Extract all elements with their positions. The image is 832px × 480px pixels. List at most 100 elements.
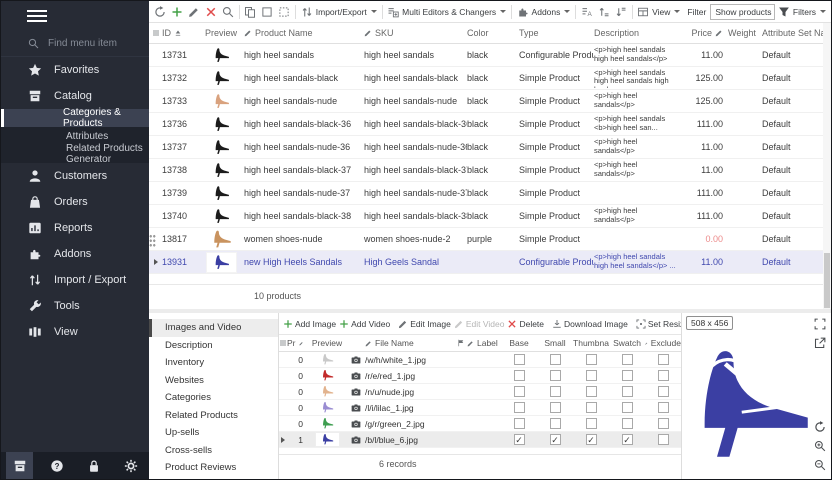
exclude-checkbox[interactable] <box>658 386 669 397</box>
view-button[interactable]: View <box>635 3 682 21</box>
edit-product-button[interactable] <box>186 3 202 21</box>
product-row-13931-selected[interactable]: 13931 new High Heels Sandals High Geels … <box>149 251 823 274</box>
sidebar-item-tools[interactable]: Tools <box>1 293 149 319</box>
tab-categories[interactable]: Categories <box>149 389 278 407</box>
small-checkbox[interactable] <box>550 370 561 381</box>
swatch-checkbox[interactable] <box>622 434 633 445</box>
product-row-13736[interactable]: 13736 high heel sandals-black-36 high he… <box>149 113 823 136</box>
tab-related-products[interactable]: Related Products <box>149 407 278 425</box>
thumbnail-checkbox[interactable] <box>586 402 597 413</box>
sidebar-item-orders[interactable]: Orders <box>1 189 149 215</box>
exclude-checkbox[interactable] <box>658 418 669 429</box>
thumbnail-checkbox[interactable] <box>586 418 597 429</box>
product-row-13740[interactable]: 13740 high heel sandals-black-38 high he… <box>149 205 823 228</box>
base-checkbox[interactable] <box>514 434 525 445</box>
sidebar-item-categories-products[interactable]: Categories & Products <box>1 109 149 127</box>
col-weight[interactable]: Weight <box>728 28 762 38</box>
add-image-button[interactable]: Add Image <box>282 315 337 333</box>
thumbnail-checkbox[interactable] <box>586 354 597 365</box>
exclude-checkbox[interactable] <box>658 402 669 413</box>
col-sku[interactable]: SKU <box>364 28 467 38</box>
col-position[interactable]: Pr <box>287 338 307 348</box>
tab-product-reviews[interactable]: Product Reviews <box>149 459 278 477</box>
select-all-header[interactable] <box>149 29 162 37</box>
image-row-lilac[interactable]: 0 /l/i/lilac_1.jpg <box>279 400 681 416</box>
swatch-checkbox[interactable] <box>622 354 633 365</box>
col-label[interactable]: Label <box>467 338 501 348</box>
copy-button[interactable] <box>242 3 258 21</box>
tab-up-sells[interactable]: Up-sells <box>149 424 278 442</box>
base-checkbox[interactable] <box>514 418 525 429</box>
col-type[interactable]: Type <box>519 28 594 38</box>
checkbox-select-button[interactable] <box>259 3 275 21</box>
product-row-13733[interactable]: 13733 high heel sandals-nude high heel s… <box>149 90 823 113</box>
rotate-icon[interactable] <box>814 421 826 433</box>
image-row-white[interactable]: 0 /w/h/white_1.jpg <box>279 352 681 368</box>
sidebar-item-favorites[interactable]: Favorites <box>1 57 149 83</box>
addons-button[interactable]: Addons <box>515 3 573 21</box>
tab-images-and-video[interactable]: Images and Video <box>149 319 278 337</box>
col-swatch[interactable]: Swatch <box>609 338 645 348</box>
sort-az-button[interactable] <box>579 3 595 21</box>
swatch-checkbox[interactable] <box>622 418 633 429</box>
base-checkbox[interactable] <box>514 354 525 365</box>
thumbnail-checkbox[interactable] <box>586 370 597 381</box>
col-color[interactable]: Color <box>467 28 519 38</box>
col-image-preview[interactable]: Preview <box>307 338 347 348</box>
zoom-in-icon[interactable] <box>814 440 826 452</box>
product-row-13739[interactable]: 13739 high heel sandals-nude-37 high hee… <box>149 182 823 205</box>
download-image-button[interactable]: Download Image <box>551 315 629 333</box>
set-resize-rule-button[interactable]: Set Resize Rule <box>635 315 681 333</box>
small-checkbox[interactable] <box>550 434 561 445</box>
col-exclude[interactable]: Exclude <box>645 338 681 348</box>
sidebar-item-import-export[interactable]: Import / Export <box>1 267 149 293</box>
product-row-13731[interactable]: 13731 high heel sandals high heel sandal… <box>149 44 823 67</box>
col-file-name[interactable]: File Name <box>365 338 455 348</box>
sidebar-item-view[interactable]: View <box>1 319 149 345</box>
import-export-button[interactable]: Import/Export <box>299 3 379 21</box>
col-base[interactable]: Base <box>501 338 537 348</box>
tab-inventory[interactable]: Inventory <box>149 354 278 372</box>
search-button[interactable] <box>220 3 236 21</box>
col-preview[interactable]: Preview <box>198 28 244 38</box>
col-flag[interactable] <box>455 339 467 347</box>
base-checkbox[interactable] <box>514 386 525 397</box>
sidebar-item-customers[interactable]: Customers <box>1 163 149 189</box>
col-description[interactable]: Description <box>594 28 684 38</box>
sidebar-item-reports[interactable]: Reports <box>1 215 149 241</box>
image-row-green[interactable]: 0 /g/r/green_2.jpg <box>279 416 681 432</box>
delete-product-button[interactable] <box>203 3 219 21</box>
marquee-select-button[interactable] <box>276 3 292 21</box>
col-id[interactable]: ID <box>162 28 198 38</box>
edit-image-button[interactable]: Edit Image <box>397 315 452 333</box>
refresh-button[interactable] <box>152 3 168 21</box>
vertical-scrollbar[interactable] <box>823 23 831 309</box>
small-checkbox[interactable] <box>550 354 561 365</box>
fullscreen-icon[interactable] <box>814 318 826 330</box>
image-row-red[interactable]: 0 /r/e/red_1.jpg <box>279 368 681 384</box>
product-row-13732[interactable]: 13732 high heel sandals-black high heel … <box>149 67 823 90</box>
tab-description[interactable]: Description <box>149 337 278 355</box>
help-button[interactable] <box>43 452 70 479</box>
col-thumbnail[interactable]: Thumbna <box>573 338 609 348</box>
tab-websites[interactable]: Websites <box>149 372 278 390</box>
product-row-13817[interactable]: 13817 women shoes-nude women shoes-nude-… <box>149 228 823 251</box>
swatch-checkbox[interactable] <box>622 386 633 397</box>
add-product-button[interactable] <box>169 3 185 21</box>
tab-cross-sells[interactable]: Cross-sells <box>149 442 278 460</box>
zoom-out-icon[interactable] <box>814 459 826 471</box>
store-manager-button[interactable] <box>6 452 33 479</box>
sidebar-item-addons[interactable]: Addons <box>1 241 149 267</box>
thumbnail-checkbox[interactable] <box>586 434 597 445</box>
swatch-checkbox[interactable] <box>622 402 633 413</box>
exclude-checkbox[interactable] <box>658 370 669 381</box>
image-row-nude[interactable]: 0 /n/u/nude.jpg <box>279 384 681 400</box>
lock-button[interactable] <box>80 452 107 479</box>
thumbnail-checkbox[interactable] <box>586 386 597 397</box>
col-small[interactable]: Small <box>537 338 573 348</box>
base-checkbox[interactable] <box>514 370 525 381</box>
add-video-button[interactable]: Add Video <box>338 315 391 333</box>
product-row-13738[interactable]: 13738 high heel sandals-black-37 high he… <box>149 159 823 182</box>
swatch-checkbox[interactable] <box>622 370 633 381</box>
sidebar-item-catalog[interactable]: Catalog <box>1 83 149 109</box>
